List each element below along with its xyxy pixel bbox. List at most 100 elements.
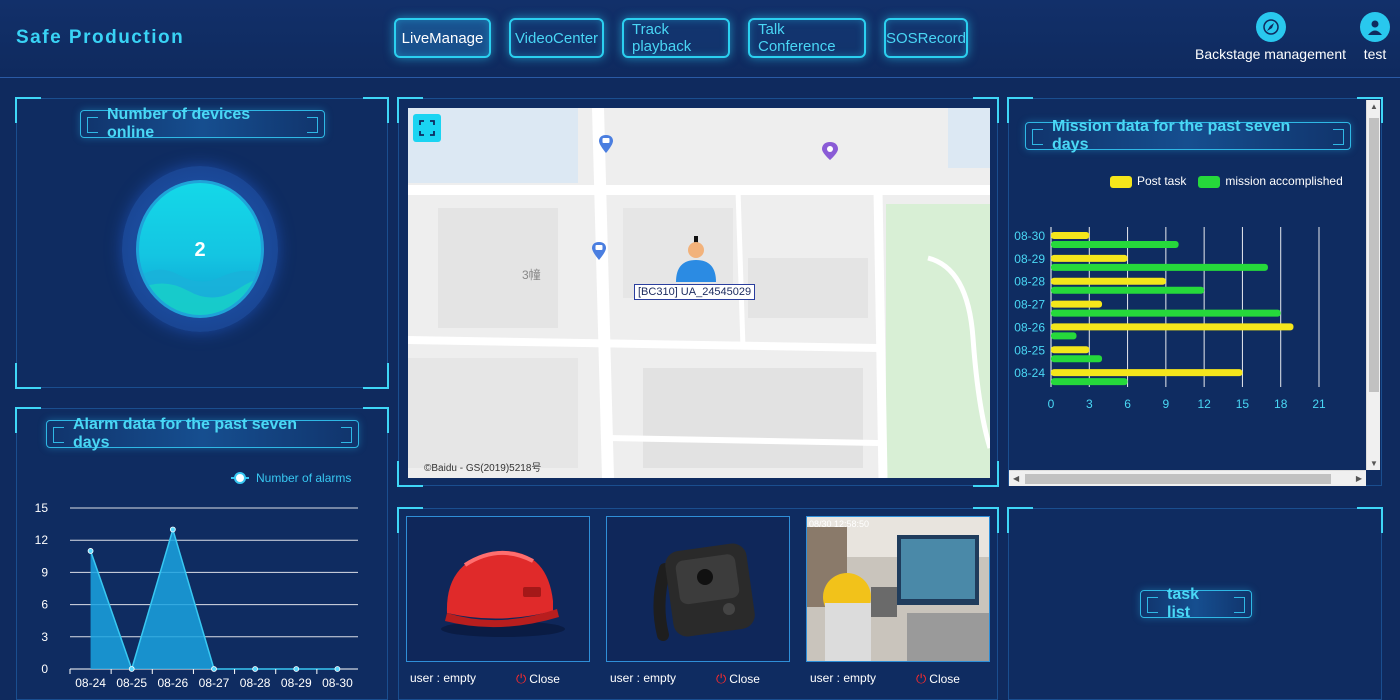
x-tick-label: 08-30: [322, 676, 353, 690]
post-task-bar: [1051, 323, 1294, 331]
alarm-point: [87, 548, 94, 554]
y-tick-label: 08-26: [1014, 320, 1045, 334]
alarm-chart: 0 3 6 9 12 15 08-24 08-25 08-26 08-27 08-28 08-29 08…: [35, 471, 358, 690]
corner-decoration: [1357, 507, 1383, 533]
close-button[interactable]: ⏻ Close: [916, 671, 960, 687]
legend-label: Number of alarms: [256, 471, 351, 485]
post-task-bar: [1051, 254, 1128, 262]
close-button[interactable]: ⏻ Close: [516, 671, 560, 687]
alarm-point: [128, 666, 135, 672]
x-tick-label: 08-24: [75, 676, 106, 690]
x-tick-label: 08-28: [240, 676, 271, 690]
close-button[interactable]: ⏻ Close: [716, 671, 760, 687]
mission-chart: 0 3 6 9 12 15 18 21 08-30 08-29 08-28 08-27 08-26 08-…: [1014, 227, 1326, 411]
x-tick-label: 12: [1197, 397, 1211, 411]
thumbnail-image-red-helmet[interactable]: [406, 516, 590, 662]
y-tick-label: 0: [41, 662, 48, 676]
post-task-bar: [1051, 369, 1243, 377]
x-tick-label: 08-25: [116, 676, 147, 690]
thumbnail-card: user : empty ⏻ Close: [398, 508, 594, 700]
alarm-line: [89, 526, 338, 672]
corner-decoration: [1007, 97, 1033, 123]
backstage-management-link[interactable]: Backstage management: [1195, 12, 1346, 62]
alarm-area: [90, 529, 338, 669]
user-menu[interactable]: test: [1360, 12, 1390, 62]
y-tick-label: 9: [41, 565, 48, 579]
legend-item-post-task[interactable]: Post task: [1110, 174, 1186, 188]
brand-title: Safe Production: [16, 27, 185, 48]
legend-swatch: [1198, 175, 1221, 188]
x-tick-label: 3: [1086, 397, 1093, 411]
alarm-point: [169, 526, 176, 533]
thumbnail-image-video-feed[interactable]: 08/30 12:58:50: [806, 516, 990, 662]
alarm-point: [334, 666, 341, 672]
legend-marker: [234, 472, 246, 484]
video-feed-image: [807, 517, 989, 661]
scroll-down-arrow[interactable]: ▼: [1370, 459, 1378, 468]
mission-accomplished-bar: [1051, 378, 1128, 386]
close-label: Close: [729, 672, 760, 686]
devices-gauge: 2: [122, 166, 278, 332]
corner-decoration: [15, 363, 41, 389]
y-tick-label: 08-30: [1014, 229, 1045, 243]
corner-decoration: [15, 407, 41, 433]
scroll-thumb[interactable]: [1025, 474, 1331, 484]
alarm-chart-title: Alarm data for the past seven days: [46, 416, 359, 451]
scroll-left-arrow[interactable]: ◀: [1013, 474, 1019, 483]
corner-decoration: [363, 97, 389, 123]
thumbnail-user: user : empty: [610, 671, 677, 685]
nav-video-center[interactable]: VideoCenter: [509, 18, 604, 58]
thumbnail-image-body-camera[interactable]: [606, 516, 790, 662]
mission-scrollbar-vertical[interactable]: ▲ ▼: [1366, 100, 1380, 470]
x-tick-label: 08-27: [199, 676, 230, 690]
y-tick-label: 12: [35, 533, 49, 547]
y-tick-label: 6: [41, 598, 48, 612]
y-tick-label: 08-28: [1014, 275, 1045, 289]
y-tick-label: 08-25: [1014, 343, 1045, 357]
corner-decoration: [363, 407, 389, 433]
header-right: Backstage management test: [1195, 12, 1390, 62]
mission-accomplished-bar: [1051, 241, 1179, 248]
mission-accomplished-bar: [1051, 332, 1077, 340]
alarm-point: [293, 666, 300, 672]
alarm-point: [211, 666, 217, 672]
fullscreen-icon[interactable]: [413, 114, 441, 142]
device-worker-icon[interactable]: [672, 236, 720, 282]
devices-online-title: Number of devices online: [80, 106, 325, 141]
map-copyright: ©Baidu - GS(2019)5218号: [424, 463, 542, 474]
alarm-point: [252, 666, 259, 672]
close-label: Close: [529, 672, 560, 686]
nav-track-playback[interactable]: Track playback: [622, 18, 730, 58]
thumbnail-card: 08/30 12:58:50 user : empty ⏻ Close: [798, 508, 994, 700]
power-icon: ⏻: [716, 671, 727, 686]
device-label[interactable]: [BC310] UA_24545029: [634, 284, 756, 300]
legend-swatch: [1110, 175, 1132, 188]
task-list-title[interactable]: task list: [1140, 586, 1252, 621]
wave-graphic: [139, 269, 261, 315]
nav-talk-conference[interactable]: Talk Conference: [748, 18, 866, 58]
legend-label: mission accomplished: [1225, 174, 1343, 188]
devices-gauge-liquid: 2: [136, 180, 264, 318]
nav-live-manage[interactable]: LiveManage: [394, 18, 491, 58]
mission-scrollbar-horizontal[interactable]: ◀ ▶: [1009, 470, 1366, 486]
body-camera-image: [607, 517, 789, 661]
scroll-thumb[interactable]: [1369, 118, 1379, 392]
y-tick-label: 08-27: [1014, 298, 1045, 312]
legend-item-mission-accomplished[interactable]: mission accomplished: [1198, 174, 1343, 188]
post-task-bar: [1051, 346, 1090, 354]
poi-marker-icon: [822, 142, 838, 160]
scroll-right-arrow[interactable]: ▶: [1356, 474, 1362, 483]
y-tick-label: 08-24: [1014, 366, 1045, 380]
live-map[interactable]: 3幢 [BC310] UA_24545029 ©Baidu - GS(2019)…: [408, 108, 990, 478]
scroll-up-arrow[interactable]: ▲: [1370, 102, 1378, 111]
nav-sos-record[interactable]: SOSRecord: [884, 18, 968, 58]
bus-stop-icon: [592, 242, 606, 260]
mission-accomplished-bar: [1051, 286, 1205, 294]
thumbnail-user: user : empty: [410, 671, 477, 685]
post-task-bar: [1051, 277, 1166, 285]
mission-chart-title: Mission data for the past seven days: [1025, 118, 1351, 153]
mission-legend: Post task mission accomplished: [1110, 174, 1343, 188]
top-header: Safe Production LiveManage VideoCenter T…: [0, 0, 1400, 78]
devices-online-count: 2: [194, 239, 206, 261]
post-task-bar: [1051, 300, 1103, 308]
